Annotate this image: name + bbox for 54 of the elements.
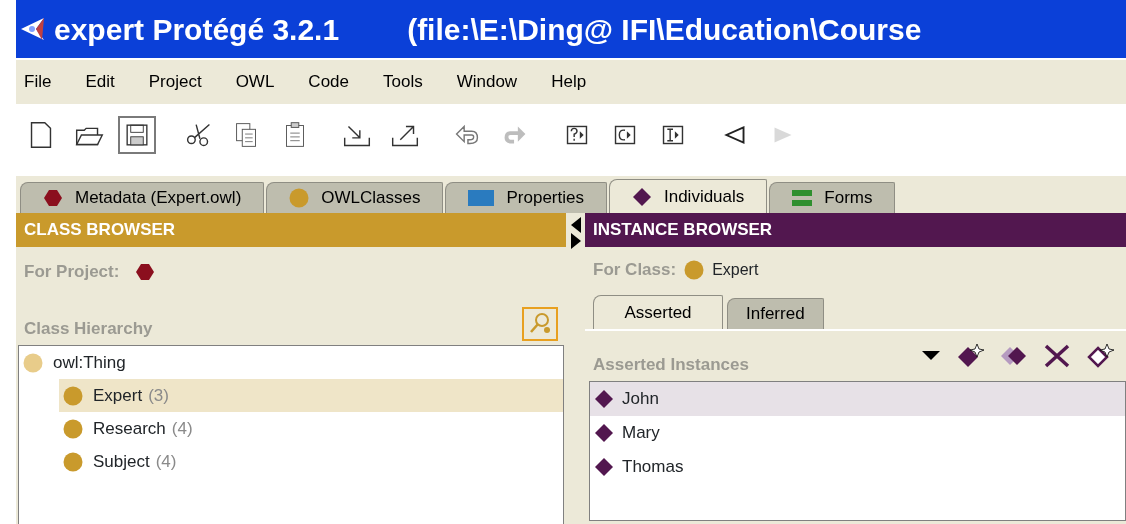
tab[interactable]: Forms xyxy=(769,182,896,213)
menu-item[interactable]: Window xyxy=(448,69,530,95)
rectangle-icon xyxy=(468,190,495,206)
dropdown-caret-icon xyxy=(922,351,940,361)
individual-icon xyxy=(594,457,614,477)
tree-node[interactable]: Subject (4) xyxy=(59,445,563,478)
collapse-right-icon xyxy=(570,233,581,249)
menu-item[interactable]: File xyxy=(16,69,64,95)
file-path: (file:\E:\Ding@ IFI\Education\Course xyxy=(407,11,922,48)
instance-item[interactable]: Mary xyxy=(590,416,1125,450)
individual-icon xyxy=(594,423,614,443)
collapse-left-icon xyxy=(570,217,581,233)
menu-item[interactable]: Project xyxy=(140,69,214,95)
field-label: For Project: xyxy=(24,261,120,284)
menu-item[interactable]: Code xyxy=(300,69,361,95)
class-icon xyxy=(63,418,83,439)
tab[interactable]: Asserted xyxy=(593,295,723,329)
tab[interactable]: Metadata (Expert.owl) xyxy=(20,182,265,213)
field-label: For Class: xyxy=(593,259,677,282)
individual-icon xyxy=(594,389,614,409)
section-label: Class Hierarchy xyxy=(24,317,153,340)
tree-node[interactable]: owl:Thing xyxy=(19,346,563,379)
circle-icon xyxy=(289,188,310,208)
delete-icon xyxy=(1044,344,1070,368)
edit-instance-icon xyxy=(1086,343,1114,369)
class-icon xyxy=(63,451,83,472)
tree-node[interactable]: Expert (3) xyxy=(59,379,563,412)
tab[interactable]: Individuals xyxy=(608,179,768,213)
create-instance-icon xyxy=(956,343,984,369)
menu-item[interactable]: OWL xyxy=(227,69,287,95)
hexagon-icon xyxy=(43,189,63,207)
class-name: Expert xyxy=(712,260,759,280)
menu-item[interactable]: Tools xyxy=(375,69,435,95)
panel-header: CLASS BROWSER xyxy=(16,213,566,247)
diamond-icon xyxy=(631,186,652,207)
menu-item[interactable]: Help xyxy=(543,69,599,95)
class-icon xyxy=(63,385,83,406)
class-icon xyxy=(684,260,705,280)
project-icon xyxy=(135,263,156,281)
section-label: Asserted Instances xyxy=(593,353,749,376)
instance-item[interactable]: Thomas xyxy=(590,450,1125,484)
panel-header: INSTANCE BROWSER xyxy=(585,213,1126,247)
form-icon xyxy=(792,189,813,207)
class-icon xyxy=(23,352,43,373)
window-title: expert Protégé 3.2.1 xyxy=(54,11,340,48)
search-icon xyxy=(528,312,552,336)
instance-item[interactable]: John xyxy=(590,382,1125,416)
floppy-disk-button[interactable] xyxy=(118,116,156,154)
duplicate-instance-icon xyxy=(1000,345,1028,367)
menu-item[interactable]: Edit xyxy=(77,69,127,95)
tab[interactable]: OWLClasses xyxy=(266,182,444,213)
tab[interactable]: Inferred xyxy=(727,298,824,329)
tree-node[interactable]: Research (4) xyxy=(59,412,563,445)
tab[interactable]: Properties xyxy=(445,182,607,213)
